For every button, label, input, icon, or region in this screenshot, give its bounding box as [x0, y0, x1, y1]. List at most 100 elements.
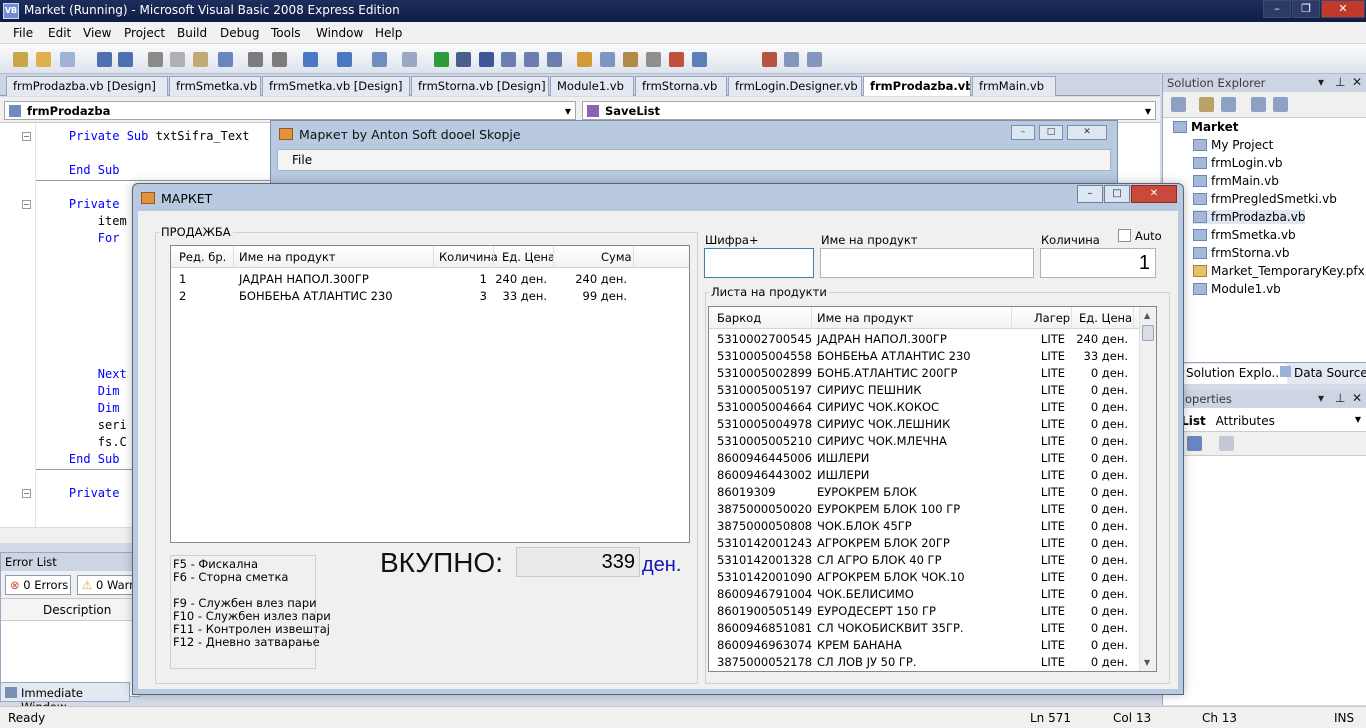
tab-frmsmetka-design[interactable]: frmSmetka.vb [Design]	[262, 76, 410, 96]
table-row[interactable]: 8600946791004 ЧОК.БЕЛИСИМО LITE 0 ден.	[709, 586, 1141, 603]
tab-frmmain[interactable]: frmMain.vb	[972, 76, 1056, 96]
table-row[interactable]: 8600946851081 СЛ ЧОКОБИСКВИТ 35ГР. LITE 0 д…	[709, 620, 1141, 637]
menu-debug[interactable]: Debug	[220, 26, 259, 40]
table-row[interactable]: 3875000050808 ЧОК.БЛОК 45ГР LITE 0 ден.	[709, 518, 1141, 535]
step-over-icon[interactable]	[524, 52, 539, 67]
pane-close-icon[interactable]: ✕	[1352, 75, 1362, 89]
tab-frmprodazba-design[interactable]: frmProdazba.vb [Design]	[6, 76, 168, 96]
table-row[interactable]: 5310005004558 БОНБЕЊА АТЛАНТИС 230 LITE 33 …	[709, 348, 1141, 365]
menu-project[interactable]: Project	[124, 26, 165, 40]
minimize-button[interactable]: –	[1011, 125, 1035, 140]
sale-items-list[interactable]: Ред. бр. Име на продукт Количина Ед. Цен…	[170, 245, 690, 543]
maximize-button[interactable]: □	[1104, 185, 1130, 203]
tab-frmprodazba-active[interactable]: frmProdazba.vb	[863, 76, 971, 96]
refresh-icon[interactable]	[1221, 97, 1236, 112]
stop-icon[interactable]	[479, 52, 494, 67]
view-designer-icon[interactable]	[1273, 97, 1288, 112]
close-button[interactable]: ✕	[1067, 125, 1107, 140]
tab-frmsmetka[interactable]: frmSmetka.vb	[169, 76, 261, 96]
tree-project-market[interactable]: Market	[1173, 120, 1239, 134]
alphabetical-sort-icon[interactable]	[1187, 436, 1202, 451]
properties-icon[interactable]	[1171, 97, 1186, 112]
col-header-quantity[interactable]: Количина	[439, 250, 498, 264]
code-input[interactable]	[704, 248, 814, 278]
tab-module1[interactable]: Module1.vb	[550, 76, 634, 96]
tab-solution-explorer[interactable]: Solution Explo...	[1182, 364, 1287, 384]
table-row[interactable]: 8601900505149 ЕУРОДЕСЕРТ 150 ГР LITE 0 ден.	[709, 603, 1141, 620]
menu-view[interactable]: View	[83, 26, 111, 40]
errors-filter-button[interactable]: ⊗ 0 Errors	[5, 575, 71, 595]
menu-tools[interactable]: Tools	[271, 26, 301, 40]
bookmark-icon[interactable]	[784, 52, 799, 67]
maximize-button[interactable]: □	[1039, 125, 1063, 140]
menu-build[interactable]: Build	[177, 26, 207, 40]
close-button[interactable]: ✕	[1131, 185, 1177, 203]
col-header-product-name[interactable]: Име на продукт	[239, 250, 336, 264]
menu-edit[interactable]: Edit	[48, 26, 71, 40]
minimize-button[interactable]: –	[1077, 185, 1103, 203]
table-row[interactable]: 86019309 ЕУРОКРЕМ БЛОК LITE 0 ден.	[709, 484, 1141, 501]
col-header-unit-price[interactable]: Ед. Цена	[502, 250, 555, 264]
tree-item-selected[interactable]: frmProdazba.vb	[1193, 210, 1306, 224]
close-button[interactable]: ✕	[1321, 0, 1365, 18]
new-project-icon[interactable]	[13, 52, 28, 67]
table-row[interactable]: 5310002700545 ЈАДРАН НАПОЛ.300ГР LITE 240 д…	[709, 331, 1141, 348]
pin-icon[interactable]: ⊥	[1335, 391, 1345, 405]
table-row[interactable]: 5310142001243 АГРОКРЕМ БЛОК 20ГР LITE 0 ден…	[709, 535, 1141, 552]
tab-frmstorna[interactable]: frmStorna.vb	[635, 76, 727, 96]
redo-icon[interactable]	[337, 52, 352, 67]
warnings-filter-button[interactable]: ⚠ 0 Warn	[77, 575, 137, 595]
cut-icon[interactable]	[148, 52, 163, 67]
step-into-icon[interactable]	[501, 52, 516, 67]
pane-dropdown-icon[interactable]: ▾	[1318, 391, 1324, 405]
show-all-files-icon[interactable]	[1199, 97, 1214, 112]
menu-help[interactable]: Help	[375, 26, 402, 40]
main-app-menu-file[interactable]: File	[277, 149, 1111, 171]
properties-object-combo[interactable]: eList Attributes ▼	[1163, 410, 1366, 432]
object-browser-icon[interactable]	[623, 52, 638, 67]
table-row[interactable]: 5310005005197 СИРИУС ПЕШНИК LITE 0 ден.	[709, 382, 1141, 399]
table-row[interactable]: 3875000052178 СЛ ЛОВ ЈУ 50 ГР. LITE 0 ден.	[709, 654, 1141, 671]
copy-icon[interactable]	[170, 52, 185, 67]
tab-data-sources[interactable]: Data Sources	[1276, 364, 1366, 384]
col-header-row-number[interactable]: Ред. бр.	[179, 250, 226, 264]
table-row[interactable]: 3875000050020 ЕУРОКРЕМ БЛОК 100 ГР LITE 0 д…	[709, 501, 1141, 518]
open-icon[interactable]	[36, 52, 51, 67]
scrollbar-thumb[interactable]	[1142, 325, 1154, 341]
tree-item[interactable]: frmLogin.vb	[1193, 156, 1283, 170]
col-header-unit-price[interactable]: Ед. Цена	[1079, 311, 1132, 325]
auto-checkbox[interactable]	[1118, 229, 1131, 242]
restore-button[interactable]: ❐	[1292, 0, 1320, 18]
toolbox-icon[interactable]	[646, 52, 661, 67]
table-row[interactable]: 5310005004664 СИРИУС ЧОК.КОКОС LITE 0 ден.	[709, 399, 1141, 416]
error-list-icon[interactable]	[669, 52, 684, 67]
col-header-stock[interactable]: Лагер	[1034, 311, 1070, 325]
find-icon[interactable]	[218, 52, 233, 67]
scroll-up-icon[interactable]: ▲	[1144, 311, 1150, 320]
tree-item[interactable]: frmPregledSmetki.vb	[1193, 192, 1337, 206]
tree-item[interactable]: frmSmetka.vb	[1193, 228, 1296, 242]
properties-icon[interactable]	[600, 52, 615, 67]
pane-dropdown-icon[interactable]: ▾	[1318, 75, 1324, 89]
description-column-header[interactable]: Description	[1, 599, 139, 621]
table-row[interactable]: 1 ЈАДРАН НАПОЛ.300ГР 1 240 ден. 240 ден.	[171, 271, 689, 288]
class-dropdown[interactable]: frmProdazba ▼	[4, 101, 576, 120]
add-item-icon[interactable]	[60, 52, 75, 67]
collapse-icon[interactable]: −	[22, 200, 31, 209]
scroll-down-icon[interactable]: ▼	[1144, 658, 1150, 667]
pause-icon[interactable]	[456, 52, 471, 67]
comment-icon[interactable]	[248, 52, 263, 67]
tree-item[interactable]: My Project	[1193, 138, 1273, 152]
tab-frmlogin-designer[interactable]: frmLogin.Designer.vb	[728, 76, 862, 96]
col-header-sum[interactable]: Сума	[601, 250, 632, 264]
start-debug-icon[interactable]	[434, 52, 449, 67]
pin-icon[interactable]: ⊥	[1335, 75, 1345, 89]
products-list[interactable]: Баркод Име на продукт Лагер Ед. Цена 531…	[708, 306, 1157, 672]
table-row[interactable]: 5310005004978 СИРИУС ЧОК.ЛЕШНИК LITE 0 ден.	[709, 416, 1141, 433]
tree-item[interactable]: frmStorna.vb	[1193, 246, 1290, 260]
save-icon[interactable]	[97, 52, 112, 67]
table-row[interactable]: 5310005002899 БОНБ.АТЛАНТИС 200ГР LITE 0 де…	[709, 365, 1141, 382]
table-row[interactable]: 8600946963074 КРЕМ БАНАНА LITE 0 ден.	[709, 637, 1141, 654]
undo-icon[interactable]	[303, 52, 318, 67]
start-page-icon[interactable]	[692, 52, 707, 67]
